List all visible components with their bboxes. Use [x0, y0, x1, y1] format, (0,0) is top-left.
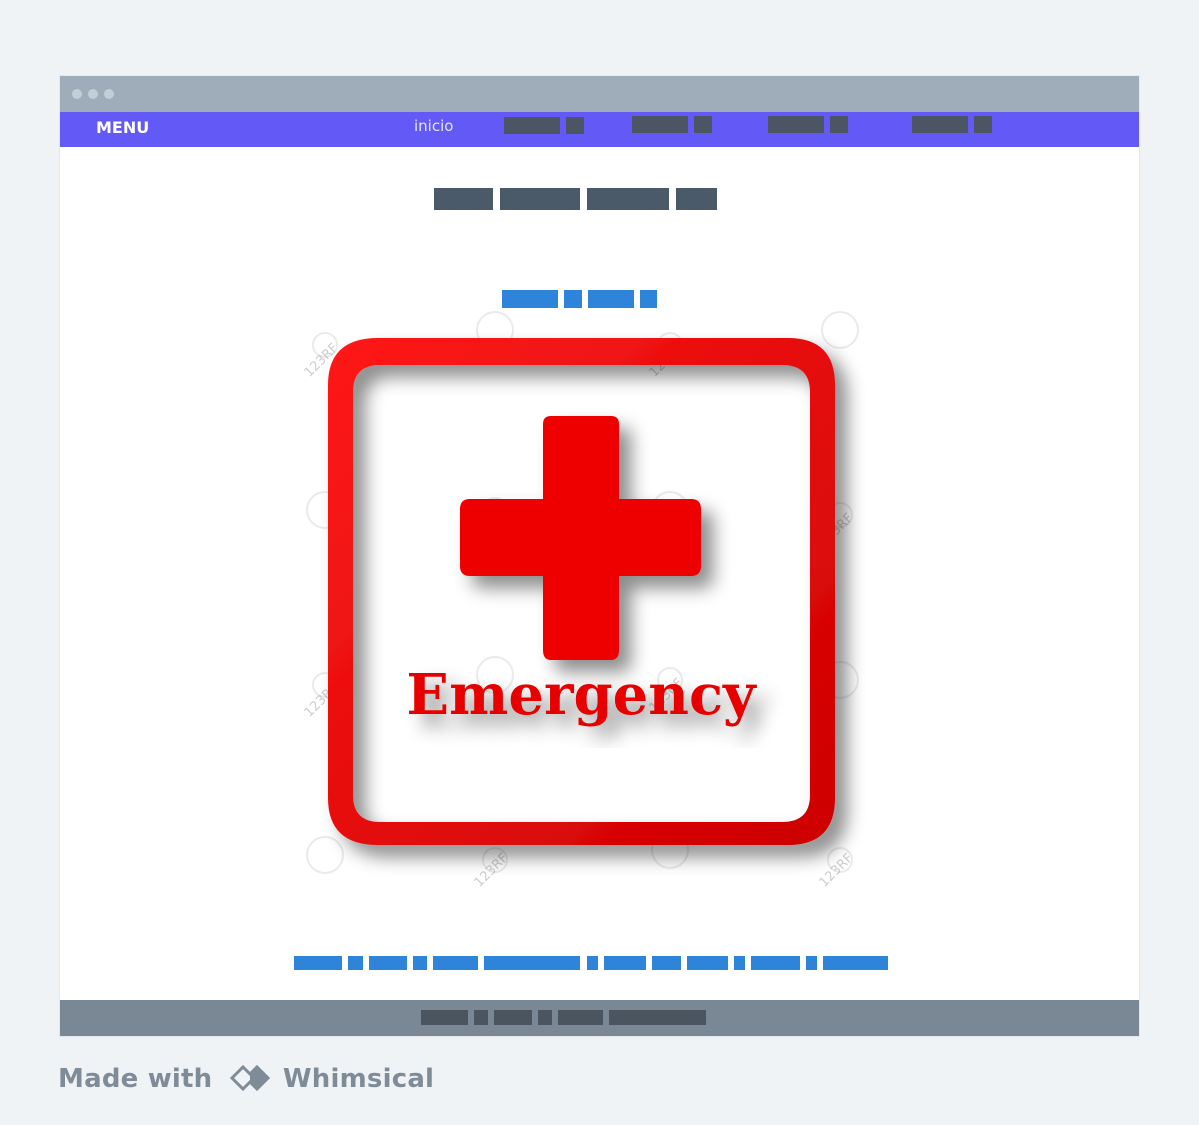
menu-button[interactable]: MENU	[96, 118, 149, 137]
nav-link-placeholder[interactable]	[566, 117, 584, 134]
window-dot-icon[interactable]	[104, 89, 114, 99]
nav-link-placeholder[interactable]	[974, 116, 992, 133]
page-title-placeholder	[434, 188, 493, 210]
window-dot-icon[interactable]	[72, 89, 82, 99]
page-title-placeholder	[676, 188, 717, 210]
footer-text-placeholder	[538, 1010, 552, 1025]
caption-link-placeholder[interactable]	[734, 956, 745, 970]
caption-link-placeholder[interactable]	[604, 956, 646, 970]
nav-link-placeholder[interactable]	[768, 116, 824, 133]
nav-link-placeholder[interactable]	[830, 116, 848, 133]
svg-text:123RF: 123RF	[817, 851, 857, 891]
made-with-text: Made with	[58, 1064, 213, 1094]
window-dot-icon[interactable]	[88, 89, 98, 99]
caption-link-placeholder[interactable]	[806, 956, 817, 970]
nav-link-inicio[interactable]: inicio	[414, 117, 453, 135]
nav-link-placeholder[interactable]	[694, 116, 712, 133]
nav-link-placeholder[interactable]	[912, 116, 968, 133]
whimsical-brand-text: Whimsical	[282, 1064, 435, 1094]
emergency-image: 123RF 123RF 123RF 123RF 123RF 123RF 123R…	[302, 311, 859, 891]
caption-link-placeholder[interactable]	[348, 956, 363, 970]
footer-text-placeholder	[494, 1010, 532, 1025]
top-navbar: MENU inicio	[60, 112, 1139, 147]
medical-cross-icon	[460, 416, 701, 660]
emergency-label: Emergency	[406, 662, 757, 728]
whimsical-logo-icon	[229, 1064, 270, 1098]
caption-link-placeholder[interactable]	[369, 956, 407, 970]
caption-link-placeholder[interactable]	[294, 956, 342, 970]
footer-text-placeholder	[474, 1010, 488, 1025]
nav-link-placeholder[interactable]	[504, 117, 560, 134]
footer-text-placeholder	[421, 1010, 468, 1025]
window-titlebar	[60, 76, 1139, 112]
caption-link-placeholder[interactable]	[751, 956, 800, 970]
caption-link-placeholder[interactable]	[433, 956, 478, 970]
caption-link-placeholder[interactable]	[652, 956, 681, 970]
caption-link-placeholder[interactable]	[484, 956, 580, 970]
caption-link-placeholder[interactable]	[687, 956, 728, 970]
caption-link-placeholder[interactable]	[587, 956, 598, 970]
caption-link-placeholder[interactable]	[413, 956, 427, 970]
made-with-whimsical-badge[interactable]: Made with Whimsical	[58, 1064, 434, 1098]
footer-text-placeholder	[558, 1010, 603, 1025]
page-title-placeholder	[500, 188, 580, 210]
page-footer	[60, 1000, 1139, 1036]
footer-text-placeholder	[609, 1010, 706, 1025]
page-title-placeholder	[587, 188, 669, 210]
svg-text:123RF: 123RF	[472, 851, 512, 891]
nav-link-placeholder[interactable]	[632, 116, 688, 133]
caption-link-placeholder[interactable]	[823, 956, 888, 970]
